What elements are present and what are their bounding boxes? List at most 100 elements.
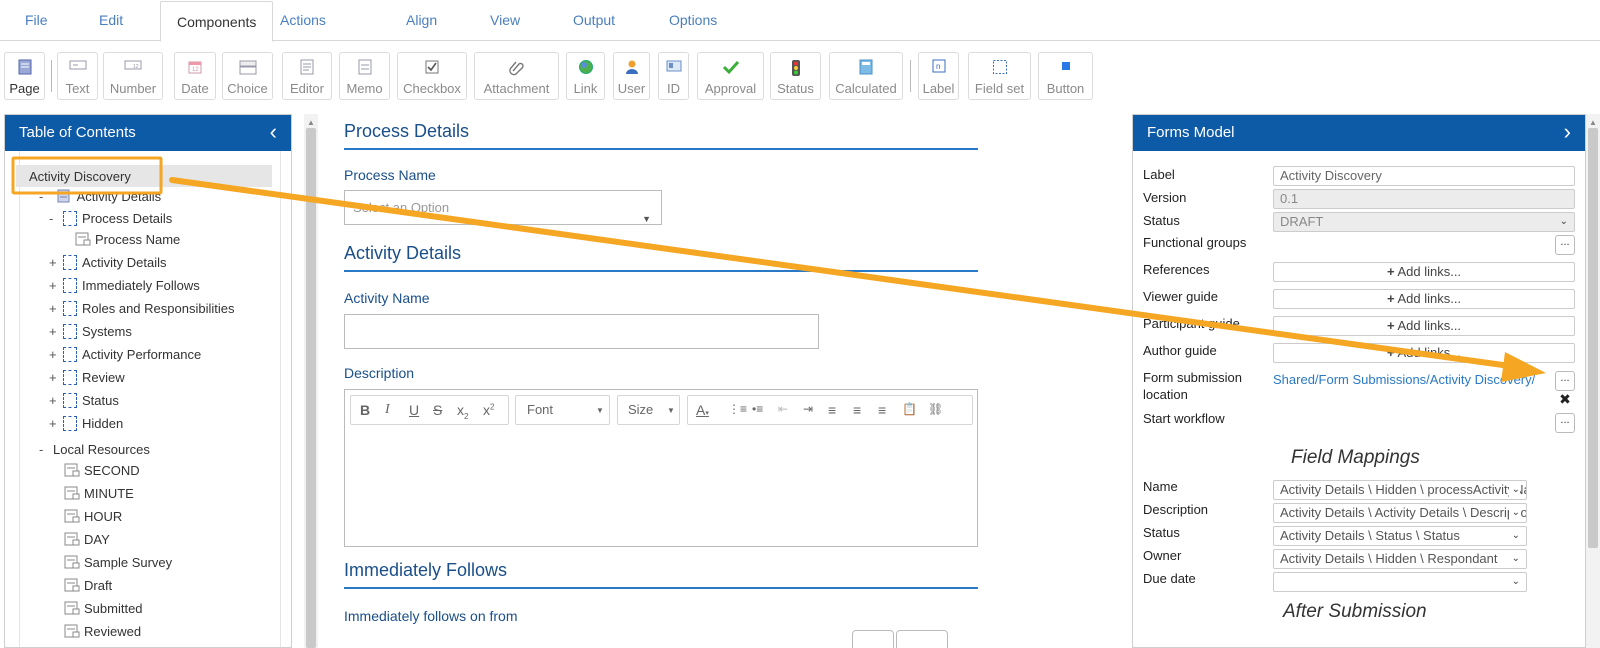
expand-toggle[interactable]: + (49, 390, 63, 412)
tree-item-resource[interactable]: MINUTE (64, 483, 134, 505)
tree-item-resource[interactable]: Submitted (64, 598, 143, 620)
checkbox-button[interactable]: Checkbox (397, 52, 467, 100)
tree-item-resource[interactable]: Reviewed (64, 621, 141, 643)
tree-item-activity-performance[interactable]: + Activity Performance (49, 344, 201, 366)
indent-icon[interactable]: ⇥ (803, 402, 813, 416)
button-button[interactable]: Button (1038, 52, 1093, 100)
numbered-list-icon[interactable]: ⋮≡ (728, 402, 747, 416)
menu-edit[interactable]: Edit (99, 0, 123, 41)
section-title-process-details[interactable]: Process Details (344, 121, 469, 142)
menu-output[interactable]: Output (573, 0, 615, 41)
collapse-toggle[interactable]: - (49, 208, 63, 230)
scrollbar-thumb[interactable] (1588, 128, 1598, 548)
process-name-select[interactable]: Select an Option ▼ (344, 190, 662, 225)
tree-item-resource[interactable]: HOUR (64, 506, 122, 528)
calculated-button[interactable]: Calculated (829, 52, 903, 100)
map-status-select[interactable]: Activity Details \ Status \ Status ⌄ (1273, 526, 1527, 546)
collapse-toggle[interactable]: - (39, 439, 53, 461)
label-button[interactable]: n Label (918, 52, 959, 100)
activity-name-input[interactable] (344, 314, 819, 349)
functional-groups-button[interactable]: ... (1555, 235, 1575, 255)
choice-button[interactable]: Choice (222, 52, 273, 100)
expand-toggle[interactable]: + (49, 252, 63, 274)
section-title-immediately-follows[interactable]: Immediately Follows (344, 560, 507, 581)
page-button[interactable]: Page (4, 52, 45, 100)
align-right-icon[interactable]: ≡ (878, 402, 886, 418)
clear-x-icon[interactable]: ✖ (1557, 391, 1573, 407)
author-guide-add-links-button[interactable]: + Add links... (1273, 343, 1575, 363)
expand-toggle[interactable]: + (49, 344, 63, 366)
map-description-select[interactable]: Activity Details \ Activity Details \ De… (1273, 503, 1527, 523)
underline-icon[interactable]: U (409, 402, 419, 418)
tree-item-process-details[interactable]: - Process Details (49, 208, 172, 230)
tree-item-activity-details-page[interactable]: - Activity Details (39, 186, 161, 208)
form-label-input[interactable]: Activity Discovery (1273, 166, 1575, 186)
tree-item-resource[interactable]: Sample Survey (64, 552, 172, 574)
link-button[interactable]: Link (566, 52, 605, 100)
map-name-select[interactable]: Activity Details \ Hidden \ processActiv… (1273, 480, 1527, 500)
collapse-chevron-left-icon[interactable]: ‹ (270, 115, 277, 149)
tree-item-immediately-follows[interactable]: + Immediately Follows (49, 275, 200, 297)
user-button[interactable]: User (613, 52, 650, 100)
number-button[interactable]: 12 Number (103, 52, 163, 100)
superscript-icon[interactable]: x2 (483, 402, 494, 418)
forms-model-scrollbar[interactable]: ▲ (1586, 114, 1600, 648)
menu-actions[interactable]: Actions (280, 0, 326, 41)
paste-text-icon[interactable]: 📋 (902, 402, 917, 416)
editor-button[interactable]: Editor (282, 52, 332, 100)
expand-toggle[interactable]: + (49, 321, 63, 343)
text-color-icon[interactable]: A▾ (696, 402, 709, 418)
tree-item-resource[interactable]: SECOND (64, 460, 140, 482)
tree-item-status[interactable]: + Status (49, 390, 119, 412)
approval-button[interactable]: Approval (697, 52, 764, 100)
tree-item-process-name[interactable]: Process Name (75, 229, 180, 251)
menu-file[interactable]: File (25, 0, 48, 41)
font-family-select[interactable]: Font ▼ (515, 395, 610, 425)
scrollbar-thumb[interactable] (306, 128, 316, 648)
tree-item-roles-and-responsibilities[interactable]: + Roles and Responsibilities (49, 298, 234, 320)
expand-toggle[interactable]: + (49, 413, 63, 435)
strikethrough-icon[interactable]: S (433, 402, 442, 418)
status-select[interactable]: DRAFT ⌄ (1273, 212, 1575, 232)
align-left-icon[interactable]: ≡ (828, 402, 836, 418)
link-icon[interactable]: ⛓ (928, 402, 943, 416)
collapse-chevron-right-icon[interactable]: › (1564, 115, 1571, 149)
tree-item-activity-details[interactable]: + Activity Details (49, 252, 167, 274)
expand-toggle[interactable]: + (49, 367, 63, 389)
form-submission-location-link[interactable]: Shared/Form Submissions/Activity Discove… (1273, 372, 1535, 387)
tree-item-activity-discovery[interactable]: Activity Discovery (29, 166, 131, 188)
grid-control-button[interactable] (896, 630, 948, 648)
expand-toggle[interactable]: + (49, 275, 63, 297)
outdent-icon[interactable]: ⇤ (778, 402, 788, 416)
section-title-activity-details[interactable]: Activity Details (344, 243, 461, 264)
text-button[interactable]: Text (57, 52, 98, 100)
tree-item-review[interactable]: + Review (49, 367, 125, 389)
tree-item-local-resources[interactable]: - Local Resources (39, 439, 150, 461)
date-button[interactable]: 12 Date (174, 52, 216, 100)
tree-item-resource[interactable]: DAY (64, 529, 110, 551)
canvas-scrollbar[interactable]: ▲ (304, 114, 318, 648)
menu-components[interactable]: Components (160, 1, 274, 42)
italic-icon[interactable]: I (385, 402, 390, 418)
tree-item-hidden[interactable]: + Hidden (49, 413, 123, 435)
font-size-select[interactable]: Size ▼ (617, 395, 680, 425)
field-set-button[interactable]: Field set (968, 52, 1031, 100)
description-rich-editor[interactable]: B I U S x2 x2 Font ▼ Size ▼ A▾ ⋮≡ •≡ ⇤ ⇥ (344, 389, 978, 547)
memo-button[interactable]: Memo (339, 52, 390, 100)
map-owner-select[interactable]: Activity Details \ Hidden \ Respondant ⌄ (1273, 549, 1527, 569)
id-button[interactable]: ID (658, 52, 689, 100)
menu-align[interactable]: Align (406, 0, 437, 41)
bullet-list-icon[interactable]: •≡ (752, 402, 763, 416)
status-button[interactable]: Status (770, 52, 821, 100)
participant-guide-add-links-button[interactable]: + Add links... (1273, 316, 1575, 336)
scroll-up-arrow-icon[interactable]: ▲ (307, 118, 315, 127)
tree-item-resource[interactable]: Draft (64, 575, 112, 597)
align-center-icon[interactable]: ≡ (853, 402, 861, 418)
collapse-toggle[interactable]: - (39, 186, 53, 208)
menu-options[interactable]: Options (669, 0, 717, 41)
bold-icon[interactable]: B (360, 402, 370, 418)
attachment-button[interactable]: Attachment (474, 52, 559, 100)
map-due-date-select[interactable]: ⌄ (1273, 572, 1527, 592)
scroll-up-arrow-icon[interactable]: ▲ (1589, 118, 1597, 127)
grid-control-button[interactable] (852, 630, 894, 648)
